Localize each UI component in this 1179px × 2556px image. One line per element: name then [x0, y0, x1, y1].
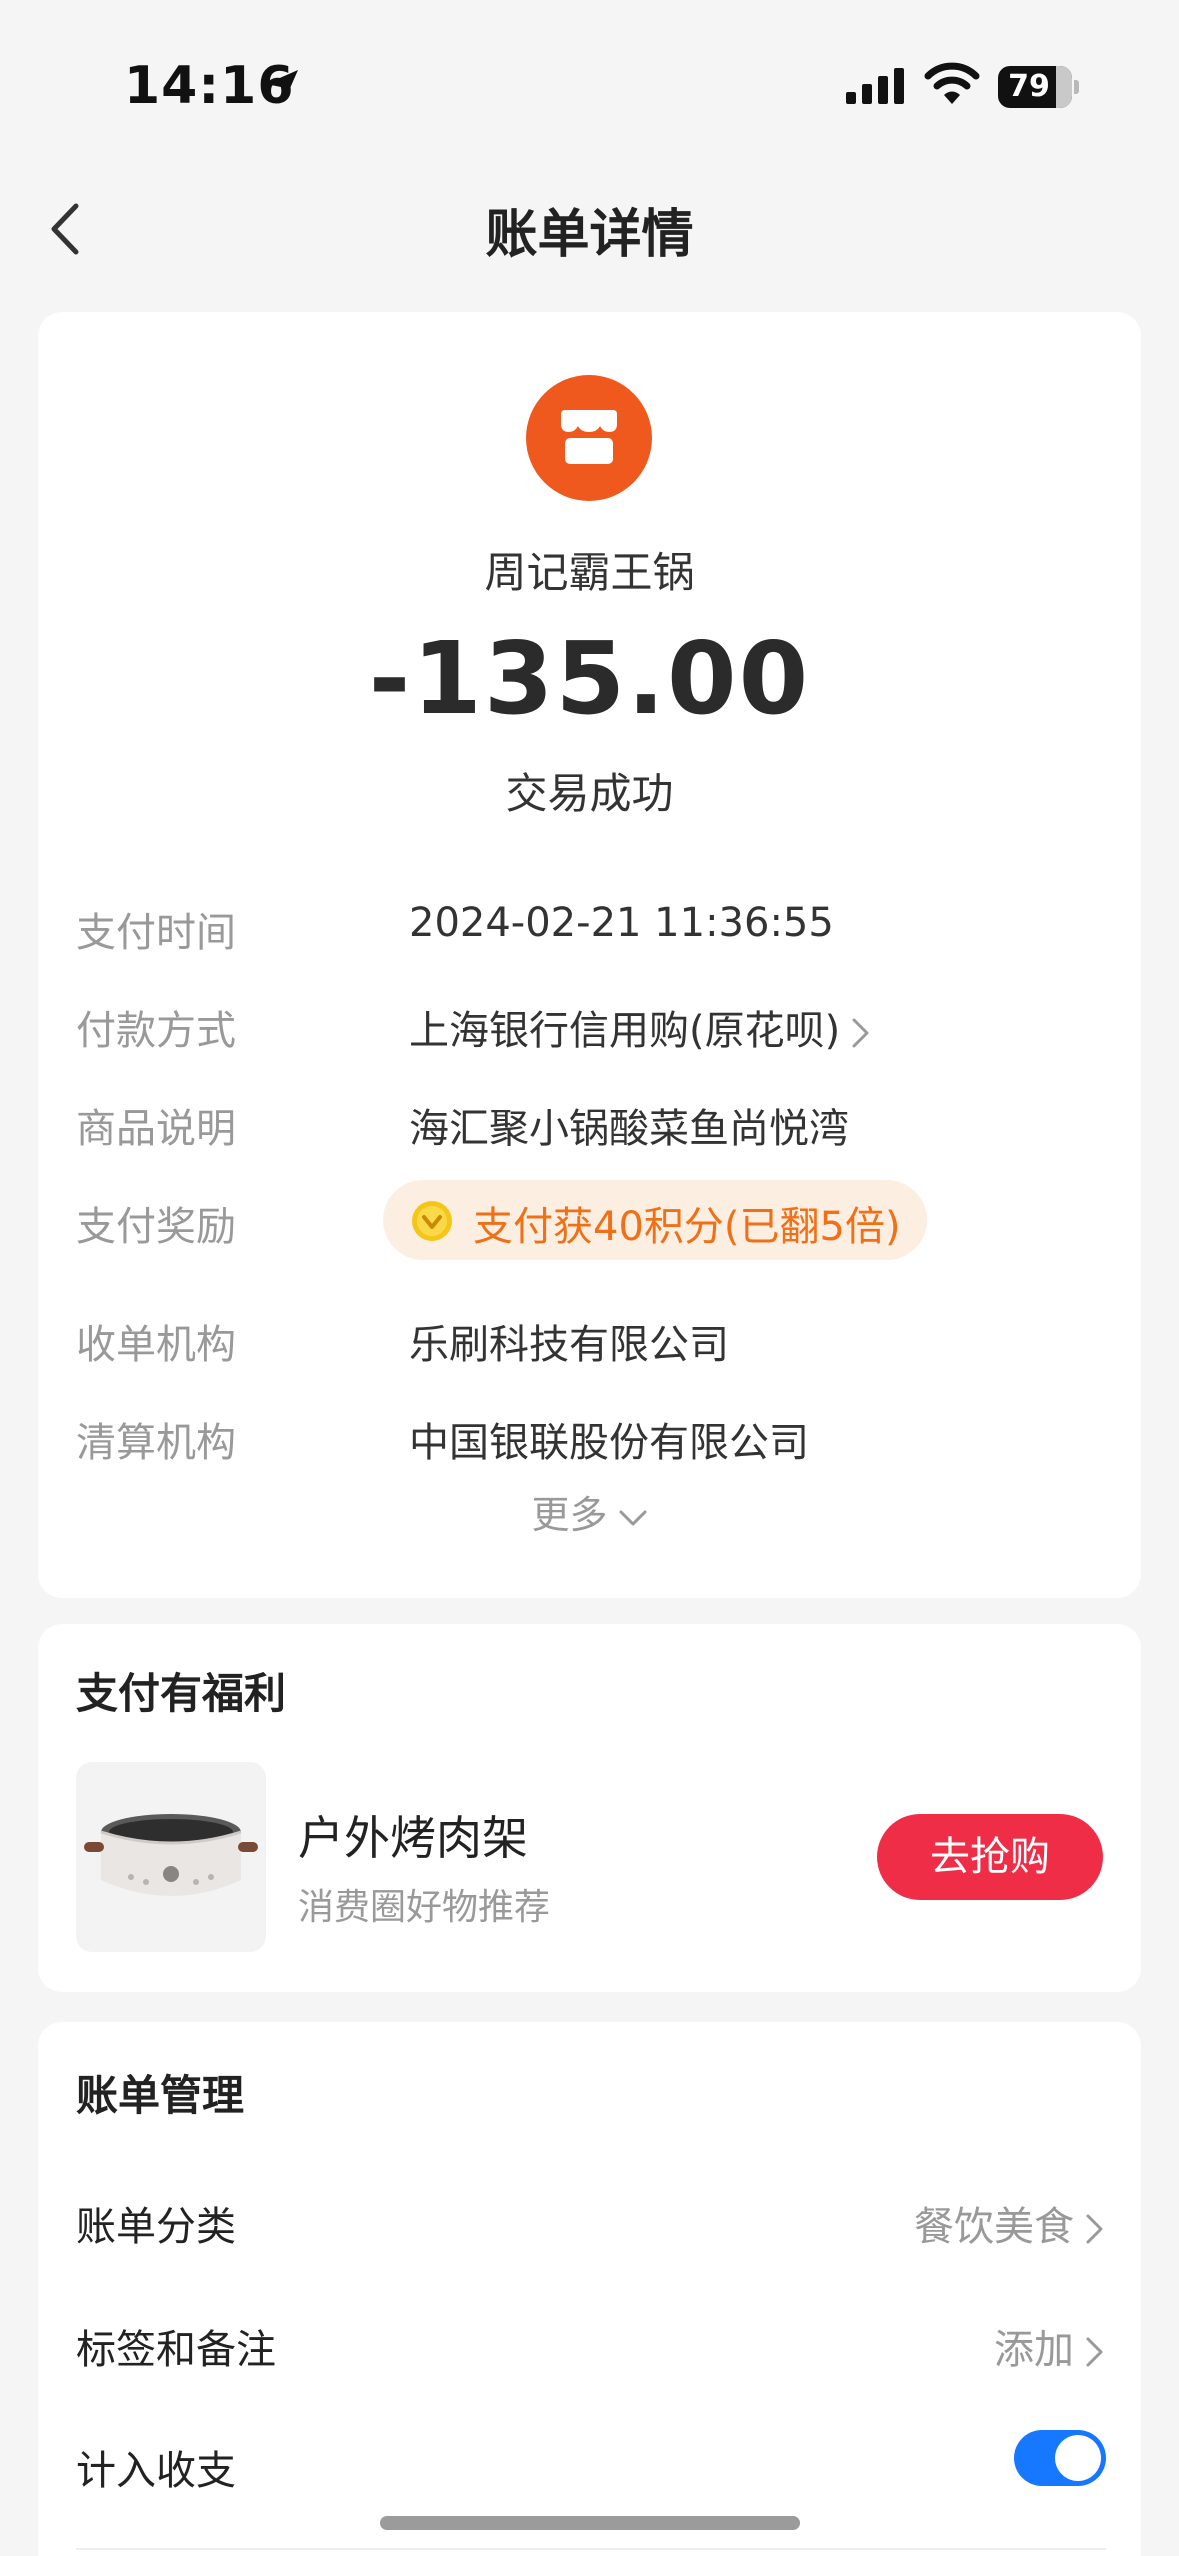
grill-pot-image: [84, 1814, 258, 1896]
manage-title: 账单管理: [76, 2071, 245, 2120]
home-indicator[interactable]: [380, 2516, 800, 2530]
detail-label: 清算机构: [76, 1420, 236, 1466]
merchant-name: 周记霸王锅: [484, 548, 695, 597]
transaction-amount: -135.00: [368, 620, 811, 737]
transaction-status: 交易成功: [505, 769, 674, 818]
battery-percent: 79: [1008, 69, 1050, 104]
points-coin-icon: [412, 1201, 452, 1241]
page-title: 账单详情: [485, 205, 694, 265]
include-label: 计入收支: [76, 2448, 236, 2494]
wifi-icon: [924, 62, 980, 104]
bill-category-row[interactable]: 账单分类 餐饮美食: [76, 2186, 1106, 2250]
shop-icon: [561, 410, 617, 464]
product-name[interactable]: 户外烤肉架: [298, 1802, 528, 1868]
payment-method-link[interactable]: 上海银行信用购(原花呗): [409, 998, 872, 1056]
detail-row-description: 商品说明 海汇聚小锅酸菜鱼尚悦湾: [76, 1090, 1106, 1152]
include-toggle[interactable]: [1014, 2430, 1106, 2486]
category-label: 账单分类: [76, 2204, 236, 2250]
detail-row-reward: 支付奖励 支付获40积分(已翻5倍): [76, 1180, 1106, 1260]
detail-label: 支付奖励: [76, 1204, 236, 1250]
detail-value: 乐刷科技有限公司: [409, 1322, 729, 1368]
detail-row-acquirer: 收单机构 乐刷科技有限公司: [76, 1306, 1106, 1368]
transaction-card: 周记霸王锅 -135.00 交易成功 支付时间 2024-02-21 11:36…: [38, 312, 1141, 1598]
reward-text: 支付获40积分(已翻5倍): [473, 1204, 901, 1250]
buy-now-button[interactable]: 去抢购: [877, 1814, 1103, 1900]
detail-label: 商品说明: [76, 1106, 236, 1152]
detail-value: 海汇聚小锅酸菜鱼尚悦湾: [409, 1106, 849, 1152]
include-in-stats-row: 计入收支: [76, 2430, 1106, 2494]
category-value: 餐饮美食: [914, 2204, 1074, 2250]
detail-row-pay-time: 支付时间 2024-02-21 11:36:55: [76, 894, 1106, 956]
cellular-signal-icon: [846, 68, 904, 104]
more-label: 更多: [531, 1493, 608, 1537]
detail-value: 上海银行信用购(原花呗): [409, 1008, 841, 1054]
tags-value-group: 添加: [994, 2317, 1106, 2375]
divider: [76, 2548, 1106, 2550]
detail-value: 2024-02-21 11:36:55: [409, 900, 834, 946]
chevron-right-icon: [852, 1018, 869, 1048]
nav-bar: 账单详情: [0, 170, 1179, 286]
benefit-title: 支付有福利: [76, 1669, 287, 1718]
detail-row-clearing: 清算机构 中国银联股份有限公司: [76, 1404, 1106, 1466]
merchant-logo: [526, 375, 652, 501]
reward-badge[interactable]: 支付获40积分(已翻5倍): [383, 1180, 927, 1260]
product-image[interactable]: [76, 1762, 266, 1952]
bill-management-card: 账单管理 账单分类 餐饮美食 标签和备注 添加 计入收支: [38, 2022, 1141, 2556]
detail-label: 收单机构: [76, 1322, 236, 1368]
benefit-card: 支付有福利 户外烤肉架 消费圈好物推荐 去抢购: [38, 1624, 1141, 1992]
product-subtitle: 消费圈好物推荐: [298, 1887, 551, 1928]
detail-label: 支付时间: [76, 910, 236, 956]
status-bar: 14:16 79: [0, 0, 1179, 150]
detail-value: 中国银联股份有限公司: [409, 1420, 809, 1466]
category-value-group: 餐饮美食: [914, 2194, 1106, 2252]
detail-label: 付款方式: [76, 1008, 236, 1054]
location-arrow-icon: [266, 70, 298, 102]
tags-notes-row[interactable]: 标签和备注 添加: [76, 2309, 1106, 2373]
battery-indicator: 79: [998, 66, 1079, 108]
battery-icon: 79: [998, 66, 1072, 108]
tags-value: 添加: [994, 2327, 1074, 2373]
toggle-knob: [1055, 2435, 1101, 2481]
tags-label: 标签和备注: [76, 2327, 276, 2373]
chevron-down-icon: [619, 1510, 646, 1525]
battery-tip: [1074, 80, 1079, 94]
more-button[interactable]: 更多: [38, 1484, 1141, 1539]
detail-row-payment-method[interactable]: 付款方式 上海银行信用购(原花呗): [76, 992, 1106, 1054]
screen: 14:16 79 账单详情 周记霸王锅 -135.00 交易成功 支付时间 20…: [0, 0, 1179, 2556]
chevron-right-icon: [1086, 2337, 1103, 2367]
chevron-right-icon: [1086, 2214, 1103, 2244]
